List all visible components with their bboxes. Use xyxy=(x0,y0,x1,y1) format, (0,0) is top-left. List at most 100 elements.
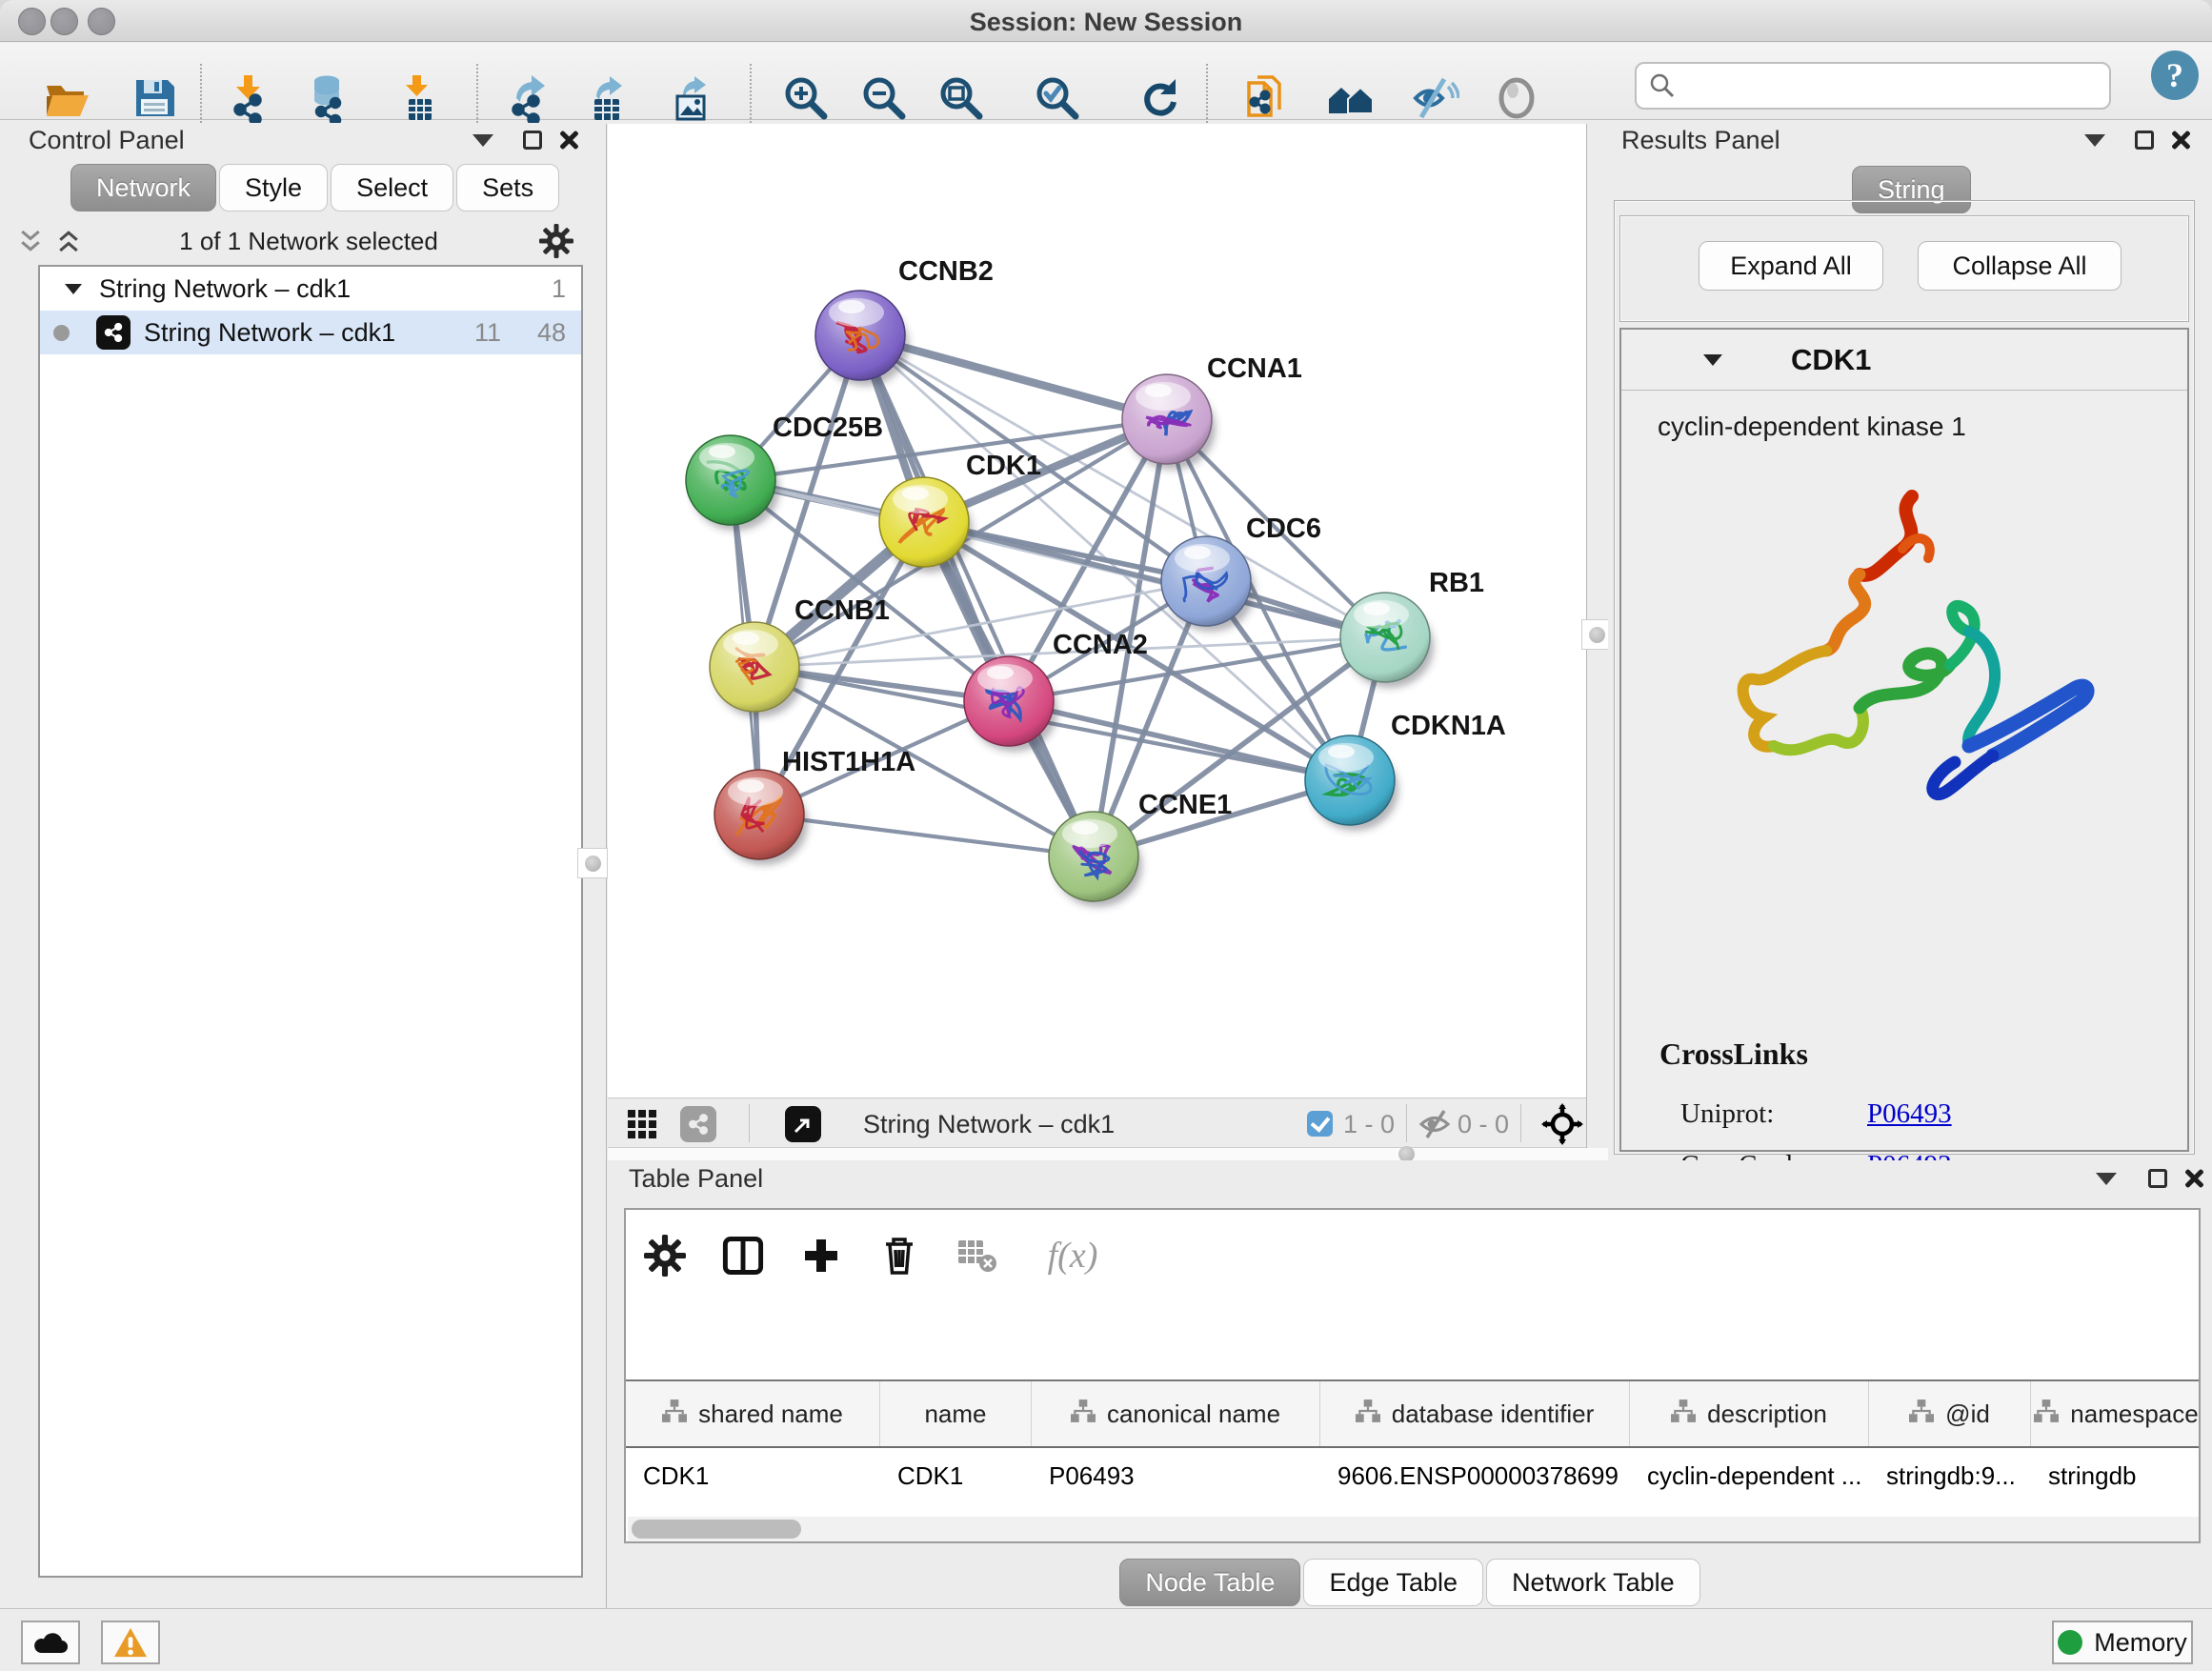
node-CCNB1[interactable]: CCNB1 xyxy=(710,595,890,717)
table-panel-divider[interactable] xyxy=(608,1148,1608,1161)
table-cell[interactable]: CDK1 xyxy=(626,1450,880,1501)
node-RB1[interactable]: RB1 xyxy=(1340,568,1484,688)
export-table-button[interactable] xyxy=(581,71,634,125)
fit-content-crosshair-icon[interactable] xyxy=(1541,1103,1583,1150)
results-panel-float-icon[interactable] xyxy=(2128,124,2161,156)
results-panel-close-icon[interactable] xyxy=(2164,124,2197,156)
memory-label: Memory xyxy=(2094,1628,2187,1658)
expand-all-tree-icon[interactable] xyxy=(50,215,88,267)
table-panel-close-icon[interactable] xyxy=(2178,1162,2210,1195)
table-cell[interactable]: stringdb:9... xyxy=(1869,1450,2031,1501)
string-results-button-box: Expand All Collapse All xyxy=(1619,215,2189,322)
entry-collapse-icon[interactable] xyxy=(1703,354,1722,366)
table-row[interactable]: CDK1CDK1P064939606.ENSP00000378699cyclin… xyxy=(626,1450,2201,1501)
open-in-new-window-icon[interactable] xyxy=(785,1106,821,1142)
column-header-shared-name[interactable]: shared name xyxy=(626,1381,880,1446)
network-share-icon[interactable] xyxy=(680,1106,716,1142)
left-panel-divider[interactable] xyxy=(583,124,608,1608)
network-row[interactable]: String Network – cdk1 11 48 xyxy=(40,311,581,354)
column-header--id[interactable]: @id xyxy=(1869,1381,2031,1446)
show-hide-toggle-button[interactable] xyxy=(1490,71,1543,125)
tab-edge-table[interactable]: Edge Table xyxy=(1303,1559,1483,1606)
zoom-in-button[interactable] xyxy=(779,71,833,125)
zoom-fit-button[interactable] xyxy=(935,71,988,125)
network-options-gear-icon[interactable] xyxy=(530,215,583,267)
table-horizontal-scrollbar[interactable] xyxy=(628,1517,2199,1541)
table-cell[interactable]: stringdb xyxy=(2031,1450,2201,1501)
zoom-out-button[interactable] xyxy=(857,71,911,125)
table-panel-menu-icon[interactable] xyxy=(2090,1162,2122,1195)
table-cell[interactable]: cyclin-dependent ... xyxy=(1630,1450,1869,1501)
expand-all-button[interactable]: Expand All xyxy=(1699,241,1883,291)
right-panel-divider[interactable] xyxy=(1586,124,1608,1148)
show-columns-icon[interactable] xyxy=(717,1230,769,1281)
collection-expand-icon[interactable] xyxy=(65,284,82,294)
node-CDKN1A[interactable]: CDKN1A xyxy=(1305,711,1506,831)
tab-node-table[interactable]: Node Table xyxy=(1119,1559,1300,1606)
export-image-icon xyxy=(668,73,717,123)
table-panel-float-icon[interactable] xyxy=(2142,1162,2174,1195)
table-cell[interactable]: CDK1 xyxy=(880,1450,1032,1501)
column-header-canonical-name[interactable]: canonical name xyxy=(1032,1381,1320,1446)
import-network-button[interactable] xyxy=(223,71,276,125)
column-header-database-identifier[interactable]: database identifier xyxy=(1320,1381,1630,1446)
node-CCNA1[interactable]: CCNA1 xyxy=(1122,353,1302,470)
control-panel-menu-icon[interactable] xyxy=(467,124,499,156)
hidden-eye-icon[interactable] xyxy=(1418,1108,1452,1145)
column-header-description[interactable]: description xyxy=(1630,1381,1869,1446)
hide-panel-button[interactable] xyxy=(1408,71,1461,125)
tab-sets[interactable]: Sets xyxy=(456,164,559,211)
control-panel-close-icon[interactable] xyxy=(553,124,585,156)
genemania-homes-button[interactable] xyxy=(1324,71,1377,125)
birdseye-grid-icon[interactable] xyxy=(623,1106,661,1142)
tab-style[interactable]: Style xyxy=(219,164,328,211)
network-canvas[interactable]: CCNB2CCNA1CDC25BCDK1CDC6RB1CCNB1CCNA2CDK… xyxy=(608,124,1586,1097)
scrollbar-thumb[interactable] xyxy=(632,1520,801,1539)
delete-column-trash-icon[interactable] xyxy=(874,1230,925,1281)
tab-network-table[interactable]: Network Table xyxy=(1486,1559,1700,1606)
tab-network[interactable]: Network xyxy=(70,164,216,211)
function-builder-icon[interactable]: f(x) xyxy=(1030,1230,1116,1281)
refresh-layout-button[interactable] xyxy=(1134,71,1187,125)
import-database-button[interactable] xyxy=(302,71,355,125)
open-session-button[interactable] xyxy=(40,71,93,125)
table-options-gear-icon[interactable] xyxy=(639,1230,691,1281)
create-column-plus-icon[interactable] xyxy=(795,1230,847,1281)
node-label-CDK1: CDK1 xyxy=(966,451,1041,481)
collapse-all-tree-icon[interactable] xyxy=(11,215,50,267)
network-from-document-button[interactable] xyxy=(1238,71,1292,125)
string-network-graph[interactable]: CCNB2CCNA1CDC25BCDK1CDC6RB1CCNB1CCNA2CDK… xyxy=(608,124,1586,1097)
network-collection-row[interactable]: String Network – cdk1 1 xyxy=(40,267,581,311)
table-cell[interactable]: 9606.ENSP00000378699 xyxy=(1320,1450,1630,1501)
warnings-button[interactable] xyxy=(101,1621,160,1664)
collapse-all-button[interactable]: Collapse All xyxy=(1918,241,2122,291)
search-input[interactable] xyxy=(1677,71,2077,101)
import-table-button[interactable] xyxy=(393,71,447,125)
results-panel-menu-icon[interactable] xyxy=(2079,124,2111,156)
selected-checkbox-icon[interactable] xyxy=(1307,1111,1333,1137)
crosslink-value-link[interactable]: P06493 xyxy=(1867,1098,1952,1130)
zoom-selected-button[interactable] xyxy=(1031,71,1084,125)
edge-HIST1H1A-CCNE1[interactable] xyxy=(759,815,1094,856)
export-image-button[interactable] xyxy=(666,71,719,125)
node-CCNE1[interactable]: CCNE1 xyxy=(1049,790,1232,907)
save-session-button[interactable] xyxy=(128,71,181,125)
column-header-name[interactable]: name xyxy=(880,1381,1032,1446)
memory-button[interactable]: Memory xyxy=(2052,1621,2193,1664)
network-selection-status: 1 of 1 Network selected xyxy=(88,227,530,256)
export-network-button[interactable] xyxy=(503,71,556,125)
tab-select[interactable]: Select xyxy=(331,164,453,211)
cloud-status-button[interactable] xyxy=(21,1621,80,1664)
delete-table-icon[interactable] xyxy=(952,1230,1003,1281)
collection-label: String Network – cdk1 xyxy=(99,274,351,304)
export-table-icon xyxy=(583,73,633,123)
help-button[interactable] xyxy=(2151,50,2199,100)
edge-CCNB2-CCNE1[interactable] xyxy=(860,335,1094,856)
node-HIST1H1A[interactable]: HIST1H1A xyxy=(714,747,915,865)
control-panel-float-icon[interactable] xyxy=(516,124,549,156)
crosslinks-title: CrossLinks xyxy=(1659,1037,1808,1071)
table-cell[interactable]: P06493 xyxy=(1032,1450,1320,1501)
entry-header[interactable]: CDK1 xyxy=(1621,330,2187,391)
column-header-namespace[interactable]: namespace xyxy=(2031,1381,2201,1446)
left-divider-handle[interactable] xyxy=(577,848,608,878)
